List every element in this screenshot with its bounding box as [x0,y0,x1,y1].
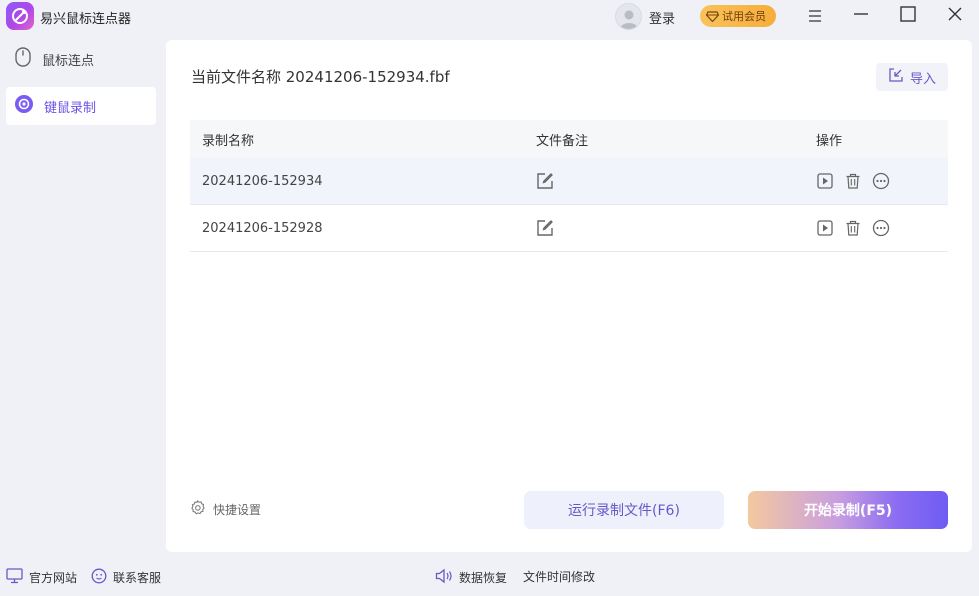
table-row[interactable]: 20241206-152934 [190,158,948,205]
recording-name: 20241206-152928 [202,220,323,236]
diamond-icon [705,7,720,26]
more-icon[interactable] [872,219,890,237]
sidebar-item-keymouse-record[interactable]: 键鼠录制 [6,87,156,125]
column-header-name: 录制名称 [202,133,255,149]
column-header-note: 文件备注 [536,133,589,149]
record-icon [14,94,34,118]
sidebar-item-label: 键鼠录制 [44,100,97,116]
current-file-title: 当前文件名称 20241206-152934.fbf [191,68,450,86]
shortcut-settings-link[interactable]: 快捷设置 [190,500,261,518]
maximize-button[interactable] [896,4,920,28]
trash-icon[interactable] [844,219,862,237]
support-label: 联系客服 [113,571,162,585]
app-title: 易兴鼠标连点器 [40,12,132,27]
import-icon [888,67,904,87]
vip-badge[interactable]: 试用会员 [700,5,776,27]
edit-note-icon[interactable] [536,172,554,190]
play-icon[interactable] [816,172,834,190]
data-recovery-link[interactable]: 数据恢复 [435,568,507,587]
hamburger-icon [808,7,822,26]
trash-icon[interactable] [844,172,862,190]
import-button[interactable]: 导入 [876,63,948,91]
recordings-table: 录制名称 文件备注 操作 20241206-152934 20241206-15… [190,120,948,252]
import-label: 导入 [909,71,936,87]
run-recording-button[interactable]: 运行录制文件(F6) [524,491,724,529]
table-header: 录制名称 文件备注 操作 [190,120,948,158]
data-recovery-label: 数据恢复 [459,571,508,585]
speaker-icon [435,568,453,587]
app-window: 易兴鼠标连点器 登录 试用会员 鼠标连点 键鼠录制 当前文件名称 2024120… [0,0,979,596]
shortcut-settings-label: 快捷设置 [213,502,262,517]
sidebar-item-mouse-clicker[interactable]: 鼠标连点 [6,40,156,78]
start-recording-button[interactable]: 开始录制(F5) [748,491,948,529]
play-icon[interactable] [816,219,834,237]
minimize-button[interactable] [849,4,873,28]
app-logo-icon [6,2,34,30]
support-link[interactable]: 联系客服 [91,568,161,587]
close-button[interactable] [943,4,967,28]
login-link[interactable]: 登录 [649,8,675,27]
avatar[interactable] [615,3,642,30]
vip-label: 试用会员 [722,10,766,23]
main-panel: 当前文件名称 20241206-152934.fbf 导入 录制名称 文件备注 … [166,40,972,552]
recording-name: 20241206-152934 [202,173,323,189]
close-icon [947,6,963,26]
edit-note-icon[interactable] [536,219,554,237]
mouse-icon [14,47,32,71]
official-site-link[interactable]: 官方网站 [6,568,77,587]
official-site-label: 官方网站 [29,571,78,585]
maximize-icon [900,6,916,26]
support-face-icon [91,568,107,587]
more-icon[interactable] [872,172,890,190]
table-row[interactable]: 20241206-152928 [190,205,948,252]
title-bar: 易兴鼠标连点器 登录 试用会员 [0,0,979,34]
file-time-edit-link[interactable]: 文件时间修改 [523,568,595,585]
minimize-icon [853,6,869,26]
gear-icon [190,500,205,518]
column-header-actions: 操作 [816,133,843,149]
monitor-icon [6,568,23,587]
menu-button[interactable] [803,4,827,28]
sidebar-item-label: 鼠标连点 [42,53,95,69]
